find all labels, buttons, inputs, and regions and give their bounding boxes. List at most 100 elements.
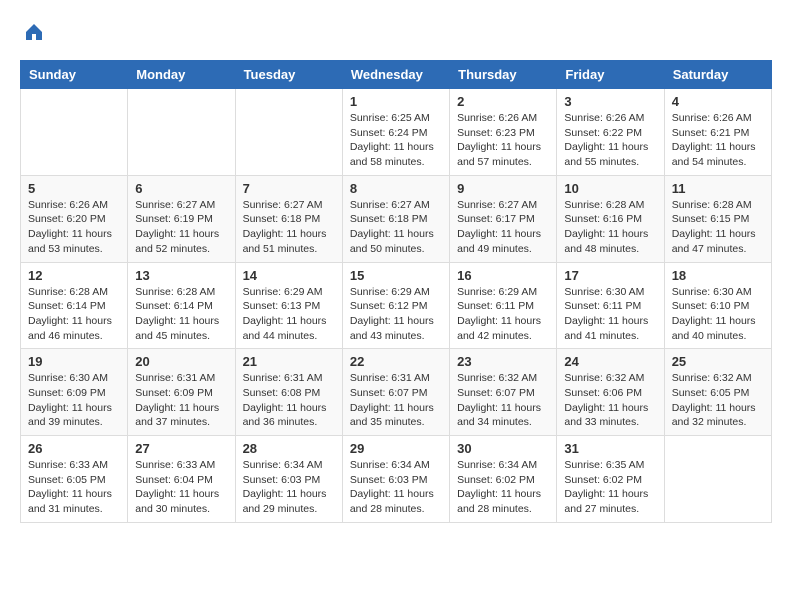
day-number: 17 bbox=[564, 268, 656, 283]
calendar-cell: 14 Sunrise: 6:29 AM Sunset: 6:13 PM Dayli… bbox=[235, 262, 342, 349]
calendar-cell: 27Sunrise: 6:33 AM Sunset: 6:04 PM Dayli… bbox=[128, 436, 235, 523]
calendar-cell: 5 Sunrise: 6:26 AM Sunset: 6:20 PM Daylig… bbox=[21, 175, 128, 262]
calendar-cell: 15Sunrise: 6:29 AM Sunset: 6:12 PM Dayli… bbox=[342, 262, 449, 349]
day-info: Sunrise: 6:29 AM Sunset: 6:13 PM Dayligh… bbox=[243, 285, 335, 344]
calendar-cell: 26 Sunrise: 6:33 AM Sunset: 6:05 PM Dayli… bbox=[21, 436, 128, 523]
calendar-cell: 24 Sunrise: 6:32 AM Sunset: 6:06 PM Dayli… bbox=[557, 349, 664, 436]
weekday-header-monday: Monday bbox=[128, 61, 235, 89]
day-number: 16 bbox=[457, 268, 549, 283]
day-number: 26 bbox=[28, 441, 120, 456]
day-number: 13 bbox=[135, 268, 227, 283]
day-number: 31 bbox=[564, 441, 656, 456]
day-info: Sunrise: 6:27 AM Sunset: 6:18 PM Dayligh… bbox=[243, 198, 335, 257]
calendar-cell bbox=[664, 436, 771, 523]
calendar-table: SundayMondayTuesdayWednesdayThursdayFrid… bbox=[20, 60, 772, 523]
day-info: Sunrise: 6:26 AM Sunset: 6:21 PM Dayligh… bbox=[672, 111, 764, 170]
day-number: 23 bbox=[457, 354, 549, 369]
logo bbox=[20, 20, 46, 44]
calendar-cell: 17 Sunrise: 6:30 AM Sunset: 6:11 PM Dayli… bbox=[557, 262, 664, 349]
day-number: 6 bbox=[135, 181, 227, 196]
day-number: 1 bbox=[350, 94, 442, 109]
day-number: 12 bbox=[28, 268, 120, 283]
day-info: Sunrise: 6:30 AM Sunset: 6:11 PM Dayligh… bbox=[564, 285, 656, 344]
calendar-week-row: 5 Sunrise: 6:26 AM Sunset: 6:20 PM Daylig… bbox=[21, 175, 772, 262]
calendar-cell: 19 Sunrise: 6:30 AM Sunset: 6:09 PM Dayli… bbox=[21, 349, 128, 436]
day-number: 29 bbox=[350, 441, 442, 456]
day-info: Sunrise: 6:31 AM Sunset: 6:07 PM Dayligh… bbox=[350, 371, 442, 430]
day-number: 28 bbox=[243, 441, 335, 456]
day-number: 30 bbox=[457, 441, 549, 456]
calendar-cell: 21Sunrise: 6:31 AM Sunset: 6:08 PM Dayli… bbox=[235, 349, 342, 436]
day-number: 3 bbox=[564, 94, 656, 109]
calendar-cell: 3 Sunrise: 6:26 AM Sunset: 6:22 PM Daylig… bbox=[557, 89, 664, 176]
calendar-cell: 25 Sunrise: 6:32 AM Sunset: 6:05 PM Dayli… bbox=[664, 349, 771, 436]
day-number: 10 bbox=[564, 181, 656, 196]
day-info: Sunrise: 6:34 AM Sunset: 6:03 PM Dayligh… bbox=[243, 458, 335, 517]
day-info: Sunrise: 6:34 AM Sunset: 6:03 PM Dayligh… bbox=[350, 458, 442, 517]
calendar-cell: 16 Sunrise: 6:29 AM Sunset: 6:11 PM Dayli… bbox=[450, 262, 557, 349]
day-info: Sunrise: 6:35 AM Sunset: 6:02 PM Dayligh… bbox=[564, 458, 656, 517]
day-info: Sunrise: 6:32 AM Sunset: 6:05 PM Dayligh… bbox=[672, 371, 764, 430]
weekday-header-tuesday: Tuesday bbox=[235, 61, 342, 89]
calendar-header-row: SundayMondayTuesdayWednesdayThursdayFrid… bbox=[21, 61, 772, 89]
day-info: Sunrise: 6:26 AM Sunset: 6:20 PM Dayligh… bbox=[28, 198, 120, 257]
day-number: 4 bbox=[672, 94, 764, 109]
calendar-cell: 18Sunrise: 6:30 AM Sunset: 6:10 PM Dayli… bbox=[664, 262, 771, 349]
day-number: 7 bbox=[243, 181, 335, 196]
calendar-cell bbox=[235, 89, 342, 176]
day-number: 24 bbox=[564, 354, 656, 369]
day-info: Sunrise: 6:31 AM Sunset: 6:09 PM Dayligh… bbox=[135, 371, 227, 430]
day-number: 22 bbox=[350, 354, 442, 369]
day-info: Sunrise: 6:28 AM Sunset: 6:16 PM Dayligh… bbox=[564, 198, 656, 257]
weekday-header-wednesday: Wednesday bbox=[342, 61, 449, 89]
logo-icon bbox=[22, 20, 46, 44]
day-info: Sunrise: 6:27 AM Sunset: 6:19 PM Dayligh… bbox=[135, 198, 227, 257]
calendar-cell: 8 Sunrise: 6:27 AM Sunset: 6:18 PM Daylig… bbox=[342, 175, 449, 262]
day-info: Sunrise: 6:26 AM Sunset: 6:23 PM Dayligh… bbox=[457, 111, 549, 170]
calendar-week-row: 19 Sunrise: 6:30 AM Sunset: 6:09 PM Dayli… bbox=[21, 349, 772, 436]
day-info: Sunrise: 6:28 AM Sunset: 6:14 PM Dayligh… bbox=[135, 285, 227, 344]
calendar-cell: 11Sunrise: 6:28 AM Sunset: 6:15 PM Dayli… bbox=[664, 175, 771, 262]
day-info: Sunrise: 6:25 AM Sunset: 6:24 PM Dayligh… bbox=[350, 111, 442, 170]
day-number: 2 bbox=[457, 94, 549, 109]
calendar-cell: 23Sunrise: 6:32 AM Sunset: 6:07 PM Dayli… bbox=[450, 349, 557, 436]
day-number: 20 bbox=[135, 354, 227, 369]
day-info: Sunrise: 6:30 AM Sunset: 6:09 PM Dayligh… bbox=[28, 371, 120, 430]
day-info: Sunrise: 6:33 AM Sunset: 6:05 PM Dayligh… bbox=[28, 458, 120, 517]
calendar-cell: 29 Sunrise: 6:34 AM Sunset: 6:03 PM Dayli… bbox=[342, 436, 449, 523]
calendar-cell bbox=[128, 89, 235, 176]
day-number: 5 bbox=[28, 181, 120, 196]
weekday-header-saturday: Saturday bbox=[664, 61, 771, 89]
day-number: 21 bbox=[243, 354, 335, 369]
calendar-cell: 9Sunrise: 6:27 AM Sunset: 6:17 PM Daylig… bbox=[450, 175, 557, 262]
day-info: Sunrise: 6:26 AM Sunset: 6:22 PM Dayligh… bbox=[564, 111, 656, 170]
day-number: 9 bbox=[457, 181, 549, 196]
calendar-cell: 20 Sunrise: 6:31 AM Sunset: 6:09 PM Dayli… bbox=[128, 349, 235, 436]
day-number: 8 bbox=[350, 181, 442, 196]
calendar-cell: 28 Sunrise: 6:34 AM Sunset: 6:03 PM Dayli… bbox=[235, 436, 342, 523]
calendar-cell bbox=[21, 89, 128, 176]
day-info: Sunrise: 6:27 AM Sunset: 6:18 PM Dayligh… bbox=[350, 198, 442, 257]
calendar-week-row: 1 Sunrise: 6:25 AM Sunset: 6:24 PM Daylig… bbox=[21, 89, 772, 176]
calendar-cell: 7 Sunrise: 6:27 AM Sunset: 6:18 PM Daylig… bbox=[235, 175, 342, 262]
calendar-week-row: 12 Sunrise: 6:28 AM Sunset: 6:14 PM Dayli… bbox=[21, 262, 772, 349]
calendar-cell: 22 Sunrise: 6:31 AM Sunset: 6:07 PM Dayli… bbox=[342, 349, 449, 436]
calendar-cell: 13 Sunrise: 6:28 AM Sunset: 6:14 PM Dayli… bbox=[128, 262, 235, 349]
day-info: Sunrise: 6:29 AM Sunset: 6:11 PM Dayligh… bbox=[457, 285, 549, 344]
calendar-cell: 30 Sunrise: 6:34 AM Sunset: 6:02 PM Dayli… bbox=[450, 436, 557, 523]
day-number: 14 bbox=[243, 268, 335, 283]
day-info: Sunrise: 6:33 AM Sunset: 6:04 PM Dayligh… bbox=[135, 458, 227, 517]
day-number: 15 bbox=[350, 268, 442, 283]
calendar-cell: 10 Sunrise: 6:28 AM Sunset: 6:16 PM Dayli… bbox=[557, 175, 664, 262]
day-number: 19 bbox=[28, 354, 120, 369]
day-number: 25 bbox=[672, 354, 764, 369]
day-info: Sunrise: 6:30 AM Sunset: 6:10 PM Dayligh… bbox=[672, 285, 764, 344]
day-info: Sunrise: 6:34 AM Sunset: 6:02 PM Dayligh… bbox=[457, 458, 549, 517]
day-info: Sunrise: 6:28 AM Sunset: 6:14 PM Dayligh… bbox=[28, 285, 120, 344]
weekday-header-friday: Friday bbox=[557, 61, 664, 89]
day-info: Sunrise: 6:32 AM Sunset: 6:06 PM Dayligh… bbox=[564, 371, 656, 430]
calendar-cell: 1 Sunrise: 6:25 AM Sunset: 6:24 PM Daylig… bbox=[342, 89, 449, 176]
weekday-header-sunday: Sunday bbox=[21, 61, 128, 89]
weekday-header-thursday: Thursday bbox=[450, 61, 557, 89]
day-info: Sunrise: 6:28 AM Sunset: 6:15 PM Dayligh… bbox=[672, 198, 764, 257]
